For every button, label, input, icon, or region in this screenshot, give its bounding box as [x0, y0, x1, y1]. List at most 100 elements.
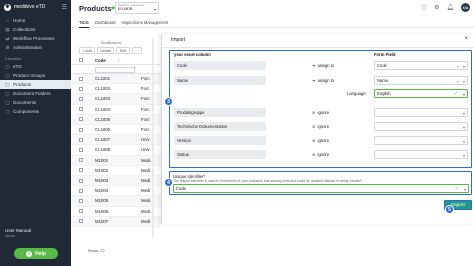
- source-field: Code: [174, 61, 266, 70]
- settings-icon[interactable]: ⚙: [434, 4, 439, 11]
- action-label: assign to: [317, 78, 335, 83]
- sidebar-item-workflow[interactable]: ⇄ Workflow Processes: [0, 34, 71, 43]
- registry-select[interactable]: Regulatory Framework EU-MDR ▾: [115, 2, 159, 14]
- row-checkbox[interactable]: [79, 127, 83, 132]
- row-checkbox[interactable]: [79, 137, 83, 142]
- sidebar-item-collections[interactable]: ▤ Collections: [0, 25, 71, 34]
- row-checkbox[interactable]: [79, 76, 83, 81]
- cell-code: CL1005: [95, 116, 111, 122]
- source-column-header: your excel column: [174, 52, 211, 57]
- top-bar: Products ★ Regulatory Framework EU-MDR ▾…: [71, 0, 474, 18]
- check-icon: ✓: [454, 186, 459, 192]
- row-checkbox[interactable]: [79, 158, 83, 163]
- delete-button[interactable]: Delete: [97, 47, 114, 54]
- mapping-action[interactable]: ➔ assign to: [312, 78, 334, 83]
- target-field-select[interactable]: ▾: [374, 108, 468, 117]
- target-value: Name: [377, 78, 389, 83]
- row-checkbox[interactable]: [79, 219, 83, 224]
- sidebar-item-etd[interactable]: ▢ eTD: [0, 62, 71, 71]
- sidebar-item-components[interactable]: ▢ Components: [0, 107, 71, 116]
- table-row[interactable]: M1001 Medi: [71, 155, 161, 166]
- menu-icon[interactable]: ☰: [62, 4, 67, 11]
- select-all-checkbox[interactable]: [79, 58, 83, 62]
- mapping-action[interactable]: ➔ assign to: [312, 63, 334, 68]
- language-select[interactable]: English ✓ ▾: [374, 89, 468, 98]
- sidebar-item-document-folders[interactable]: ▢ Document Folders: [0, 89, 71, 98]
- user-name: dynab: [5, 234, 16, 238]
- ignore-icon: ⊘: [312, 124, 316, 129]
- scrollbar[interactable]: [152, 38, 154, 238]
- sidebar-item-administration[interactable]: ⚙ Administration: [0, 43, 71, 52]
- avatar[interactable]: MA: [461, 3, 470, 12]
- sidebar-item-label: Collections: [13, 27, 36, 32]
- action-label: assign to: [317, 63, 335, 68]
- target-value: Code: [377, 63, 388, 68]
- target-field-select[interactable]: ▾: [374, 150, 468, 159]
- mapping-action[interactable]: ⊘ ignore: [312, 124, 329, 129]
- row-checkbox[interactable]: [79, 117, 83, 122]
- sidebar-item-products[interactable]: ▢ Products: [0, 80, 71, 89]
- table-row[interactable]: CL1006 Forc: [71, 125, 161, 136]
- table-row[interactable]: M1005 Medi: [71, 196, 161, 207]
- sidebar-item-documents[interactable]: ▢ Documents: [0, 98, 71, 107]
- target-field-select[interactable]: Name × ▾: [374, 76, 468, 85]
- clear-icon[interactable]: ×: [457, 64, 459, 69]
- target-field-select[interactable]: ▾: [374, 122, 468, 131]
- target-field-select[interactable]: ▾: [374, 136, 468, 145]
- table-row[interactable]: CL1008 Univ: [71, 145, 161, 156]
- mapping-action[interactable]: ⊘ ignore: [312, 152, 329, 157]
- source-field: Status: [174, 150, 266, 159]
- table-row[interactable]: CL1004 Forc: [71, 105, 161, 115]
- column-header-code[interactable]: Code: [95, 58, 106, 63]
- unique-identifier-select[interactable]: Code ✓ ▾: [173, 184, 469, 193]
- row-checkbox[interactable]: [79, 178, 83, 183]
- sort-arrow-icon[interactable]: ↑: [117, 58, 119, 63]
- table-row[interactable]: CL1001 Forc: [71, 74, 161, 85]
- edit-button[interactable]: Edit: [116, 47, 130, 54]
- help-circle-icon[interactable]: ⓘ: [421, 3, 427, 12]
- target-field-select[interactable]: Code × ▾: [374, 61, 468, 70]
- row-checkbox[interactable]: [79, 209, 83, 214]
- sidebar-item-label: Home: [13, 18, 26, 23]
- table-row[interactable]: M1003 Medi: [71, 176, 161, 187]
- row-checkbox[interactable]: [79, 188, 83, 193]
- source-field: Technische Dokumentation: [174, 122, 266, 131]
- row-checkbox[interactable]: [79, 86, 83, 91]
- close-icon[interactable]: ×: [464, 36, 468, 42]
- sidebar-item-label: Workflow Processes: [13, 36, 55, 41]
- row-checkbox[interactable]: [79, 107, 83, 112]
- tab-dashboard[interactable]: Dashboard: [95, 18, 116, 28]
- help-button[interactable]: ? Help: [14, 248, 58, 259]
- code-filter-input[interactable]: [95, 66, 135, 73]
- mapping-action[interactable]: ⊘ ignore: [312, 110, 329, 115]
- row-checkbox[interactable]: [79, 96, 83, 101]
- table-row[interactable]: M1006 Medi: [71, 207, 161, 217]
- more-button[interactable]: ⋯: [132, 47, 142, 54]
- table-row[interactable]: CL1002 Forc: [71, 84, 161, 95]
- row-checkbox[interactable]: [79, 168, 83, 173]
- help-icon: ?: [26, 250, 33, 257]
- mapping-action[interactable]: ⊘ ignore: [312, 138, 329, 143]
- user-info[interactable]: User Manual dynab: [5, 228, 31, 238]
- table-row[interactable]: M1007 Medi: [71, 216, 161, 227]
- chevron-down-icon: ▾: [462, 63, 465, 69]
- clear-icon[interactable]: ×: [457, 79, 459, 84]
- row-checkbox[interactable]: [79, 147, 83, 152]
- filter-icon[interactable]: ⊤: [133, 66, 137, 72]
- table-row[interactable]: CL1007 Univ: [71, 135, 161, 146]
- sidebar-item-label: Components: [13, 109, 40, 114]
- row-checkbox[interactable]: [79, 198, 83, 203]
- table-row[interactable]: M1004 Medi: [71, 186, 161, 197]
- table-row[interactable]: CL1003 Forc: [71, 94, 161, 105]
- unique-identifier-description: The unique identifier is used to find en…: [173, 178, 362, 183]
- cell-code: CL1003: [95, 96, 111, 102]
- cell-code: CL1002: [95, 86, 111, 92]
- table-row[interactable]: CL1005 Forc: [71, 114, 161, 125]
- tab-table[interactable]: Table: [79, 18, 90, 28]
- notification-bell-icon[interactable]: 🔔︎: [446, 4, 454, 11]
- table-row[interactable]: M1002 Medi: [71, 166, 161, 176]
- sidebar-item-home[interactable]: ⌂ Home: [0, 16, 71, 25]
- add-button[interactable]: + Add: [79, 47, 95, 54]
- sidebar-item-product-groups[interactable]: ▢ Product Groups: [0, 71, 71, 80]
- tab-inspections-management[interactable]: Inspections Management: [122, 18, 169, 28]
